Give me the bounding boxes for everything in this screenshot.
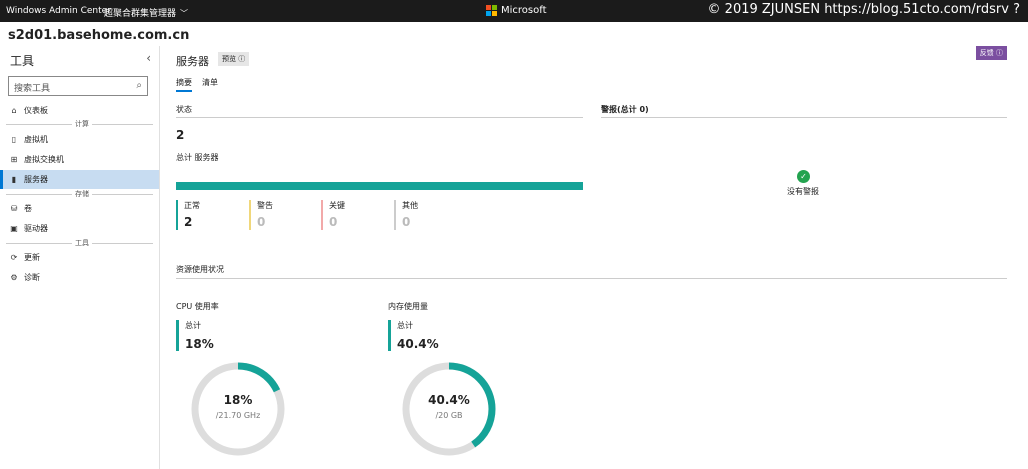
feedback-button[interactable]: 反馈 ⓘ [975,46,1007,60]
section-storage: 存储 [0,189,159,199]
sidebar: 工具 ‹ 搜索工具 ⌕ ⌂ 仪表板 计算 ▯ 虚拟机 ⊞ 虚拟交换机 ▮ 服务器 存储 … [0,46,160,469]
watermark: © 2019 ZJUNSEN https://blog.51cto.com/rd… [707,2,1020,17]
top-bar: Windows Admin Center 超聚合群集管理器 ﹀ Microsoft… [0,0,1028,22]
sidebar-item-drives[interactable]: ▣ 驱动器 [0,219,159,238]
check-circle-icon: ✓ [797,170,810,183]
server-total-label: 总计 服务器 [176,153,219,162]
server-icon: ▮ [11,175,17,184]
total-value: 18% [185,337,214,351]
cpu-title: CPU 使用率 [176,302,219,311]
memory-total: 总计 40.4% [388,320,439,351]
resource-title: 资源使用状况 [176,265,224,274]
sidebar-item-diagnostics[interactable]: ⚙ 诊断 [0,268,159,287]
update-icon: ⟳ [10,253,18,262]
stat-label: 关键 [329,201,345,210]
sidebar-item-dashboard[interactable]: ⌂ 仪表板 [0,101,159,120]
tab-summary[interactable]: 摘要 [176,77,192,92]
volume-icon: ⛁ [10,204,18,213]
collapse-icon[interactable]: ‹ [146,51,151,65]
chevron-down-icon: ﹀ [180,9,189,18]
stat-value: 0 [402,215,411,229]
stat-warning: 警告 0 [249,200,273,230]
server-total: 2 [176,128,185,142]
sidebar-item-volumes[interactable]: ⛁ 卷 [0,199,159,218]
cpu-donut-chart [191,362,285,456]
cpu-total: 总计 18% [176,320,214,351]
preview-badge[interactable]: 预览 ⓘ [218,52,250,66]
section-label: 工具 [72,238,92,248]
switch-icon: ⊞ [10,155,18,164]
health-bar [176,182,583,190]
sidebar-item-vswitch[interactable]: ⊞ 虚拟交换机 [0,150,159,169]
context-label: 超聚合群集管理器 [104,9,177,19]
sidebar-item-label: 虚拟机 [24,135,48,144]
microsoft-logo-icon [486,5,497,16]
sidebar-item-label: 更新 [24,253,40,262]
context-switcher[interactable]: 超聚合群集管理器 ﹀ [104,6,188,19]
memory-title: 内存使用量 [388,302,428,311]
section-tools: 工具 [0,238,159,248]
drive-icon: ▣ [10,224,18,233]
total-value: 40.4% [397,337,439,351]
donut-percent: 18% [223,393,253,407]
search-placeholder: 搜索工具 [14,84,51,94]
main-content: 服务器 预览 ⓘ 反馈 ⓘ 摘要 清单 状态 2 总计 服务器 正常 2 警告 0 … [160,46,1028,469]
sidebar-item-servers[interactable]: ▮ 服务器 [0,170,159,189]
sidebar-item-label: 仪表板 [24,106,48,115]
stat-value: 2 [184,215,193,229]
total-label: 总计 [185,321,201,330]
diagnostics-icon: ⚙ [10,273,18,282]
status-title: 状态 [176,105,192,114]
sidebar-item-vms[interactable]: ▯ 虚拟机 [0,130,159,149]
stat-label: 其他 [402,201,418,210]
sidebar-title: 工具 [10,54,35,68]
stat-label: 正常 [184,201,200,210]
memory-donut-chart [402,362,496,456]
microsoft-brand: Microsoft [486,5,547,16]
sidebar-item-label: 虚拟交换机 [24,155,64,164]
sidebar-item-label: 卷 [24,204,32,213]
page-title: 服务器 [176,55,209,68]
search-icon[interactable]: ⌕ [136,80,142,91]
total-label: 总计 [397,321,413,330]
stat-value: 0 [257,215,266,229]
cpu-donut: 18% /21.70 GHz [188,359,288,459]
donut-percent: 40.4% [428,393,470,407]
stat-normal: 正常 2 [176,200,200,230]
home-icon: ⌂ [11,106,17,115]
donut-capacity: /21.70 GHz [215,411,261,420]
alerts-title: 警报(总计 0) [601,105,649,114]
divider [176,278,1007,279]
brand-label: Microsoft [501,5,547,16]
stat-value: 0 [329,215,338,229]
section-label: 计算 [72,119,92,129]
section-label: 存储 [72,189,92,199]
stat-other: 其他 0 [394,200,418,230]
section-compute: 计算 [0,119,159,129]
sidebar-item-label: 诊断 [24,273,40,282]
divider [601,117,1007,118]
sidebar-item-label: 驱动器 [24,224,48,233]
app-title[interactable]: Windows Admin Center [6,6,111,16]
donut-capacity: /20 GB [435,411,463,420]
sidebar-item-label: 服务器 [24,175,48,184]
divider [176,117,583,118]
memory-donut: 40.4% /20 GB [399,359,499,459]
stat-label: 警告 [257,201,273,210]
search-input[interactable]: 搜索工具 ⌕ [8,76,148,96]
sidebar-item-updates[interactable]: ⟳ 更新 [0,248,159,267]
no-alerts-text: 没有警报 [787,187,819,196]
stat-critical: 关键 0 [321,200,345,230]
host-name: s2d01.basehome.com.cn [8,28,190,43]
tab-inventory[interactable]: 清单 [202,77,218,88]
vm-icon: ▯ [11,135,17,144]
